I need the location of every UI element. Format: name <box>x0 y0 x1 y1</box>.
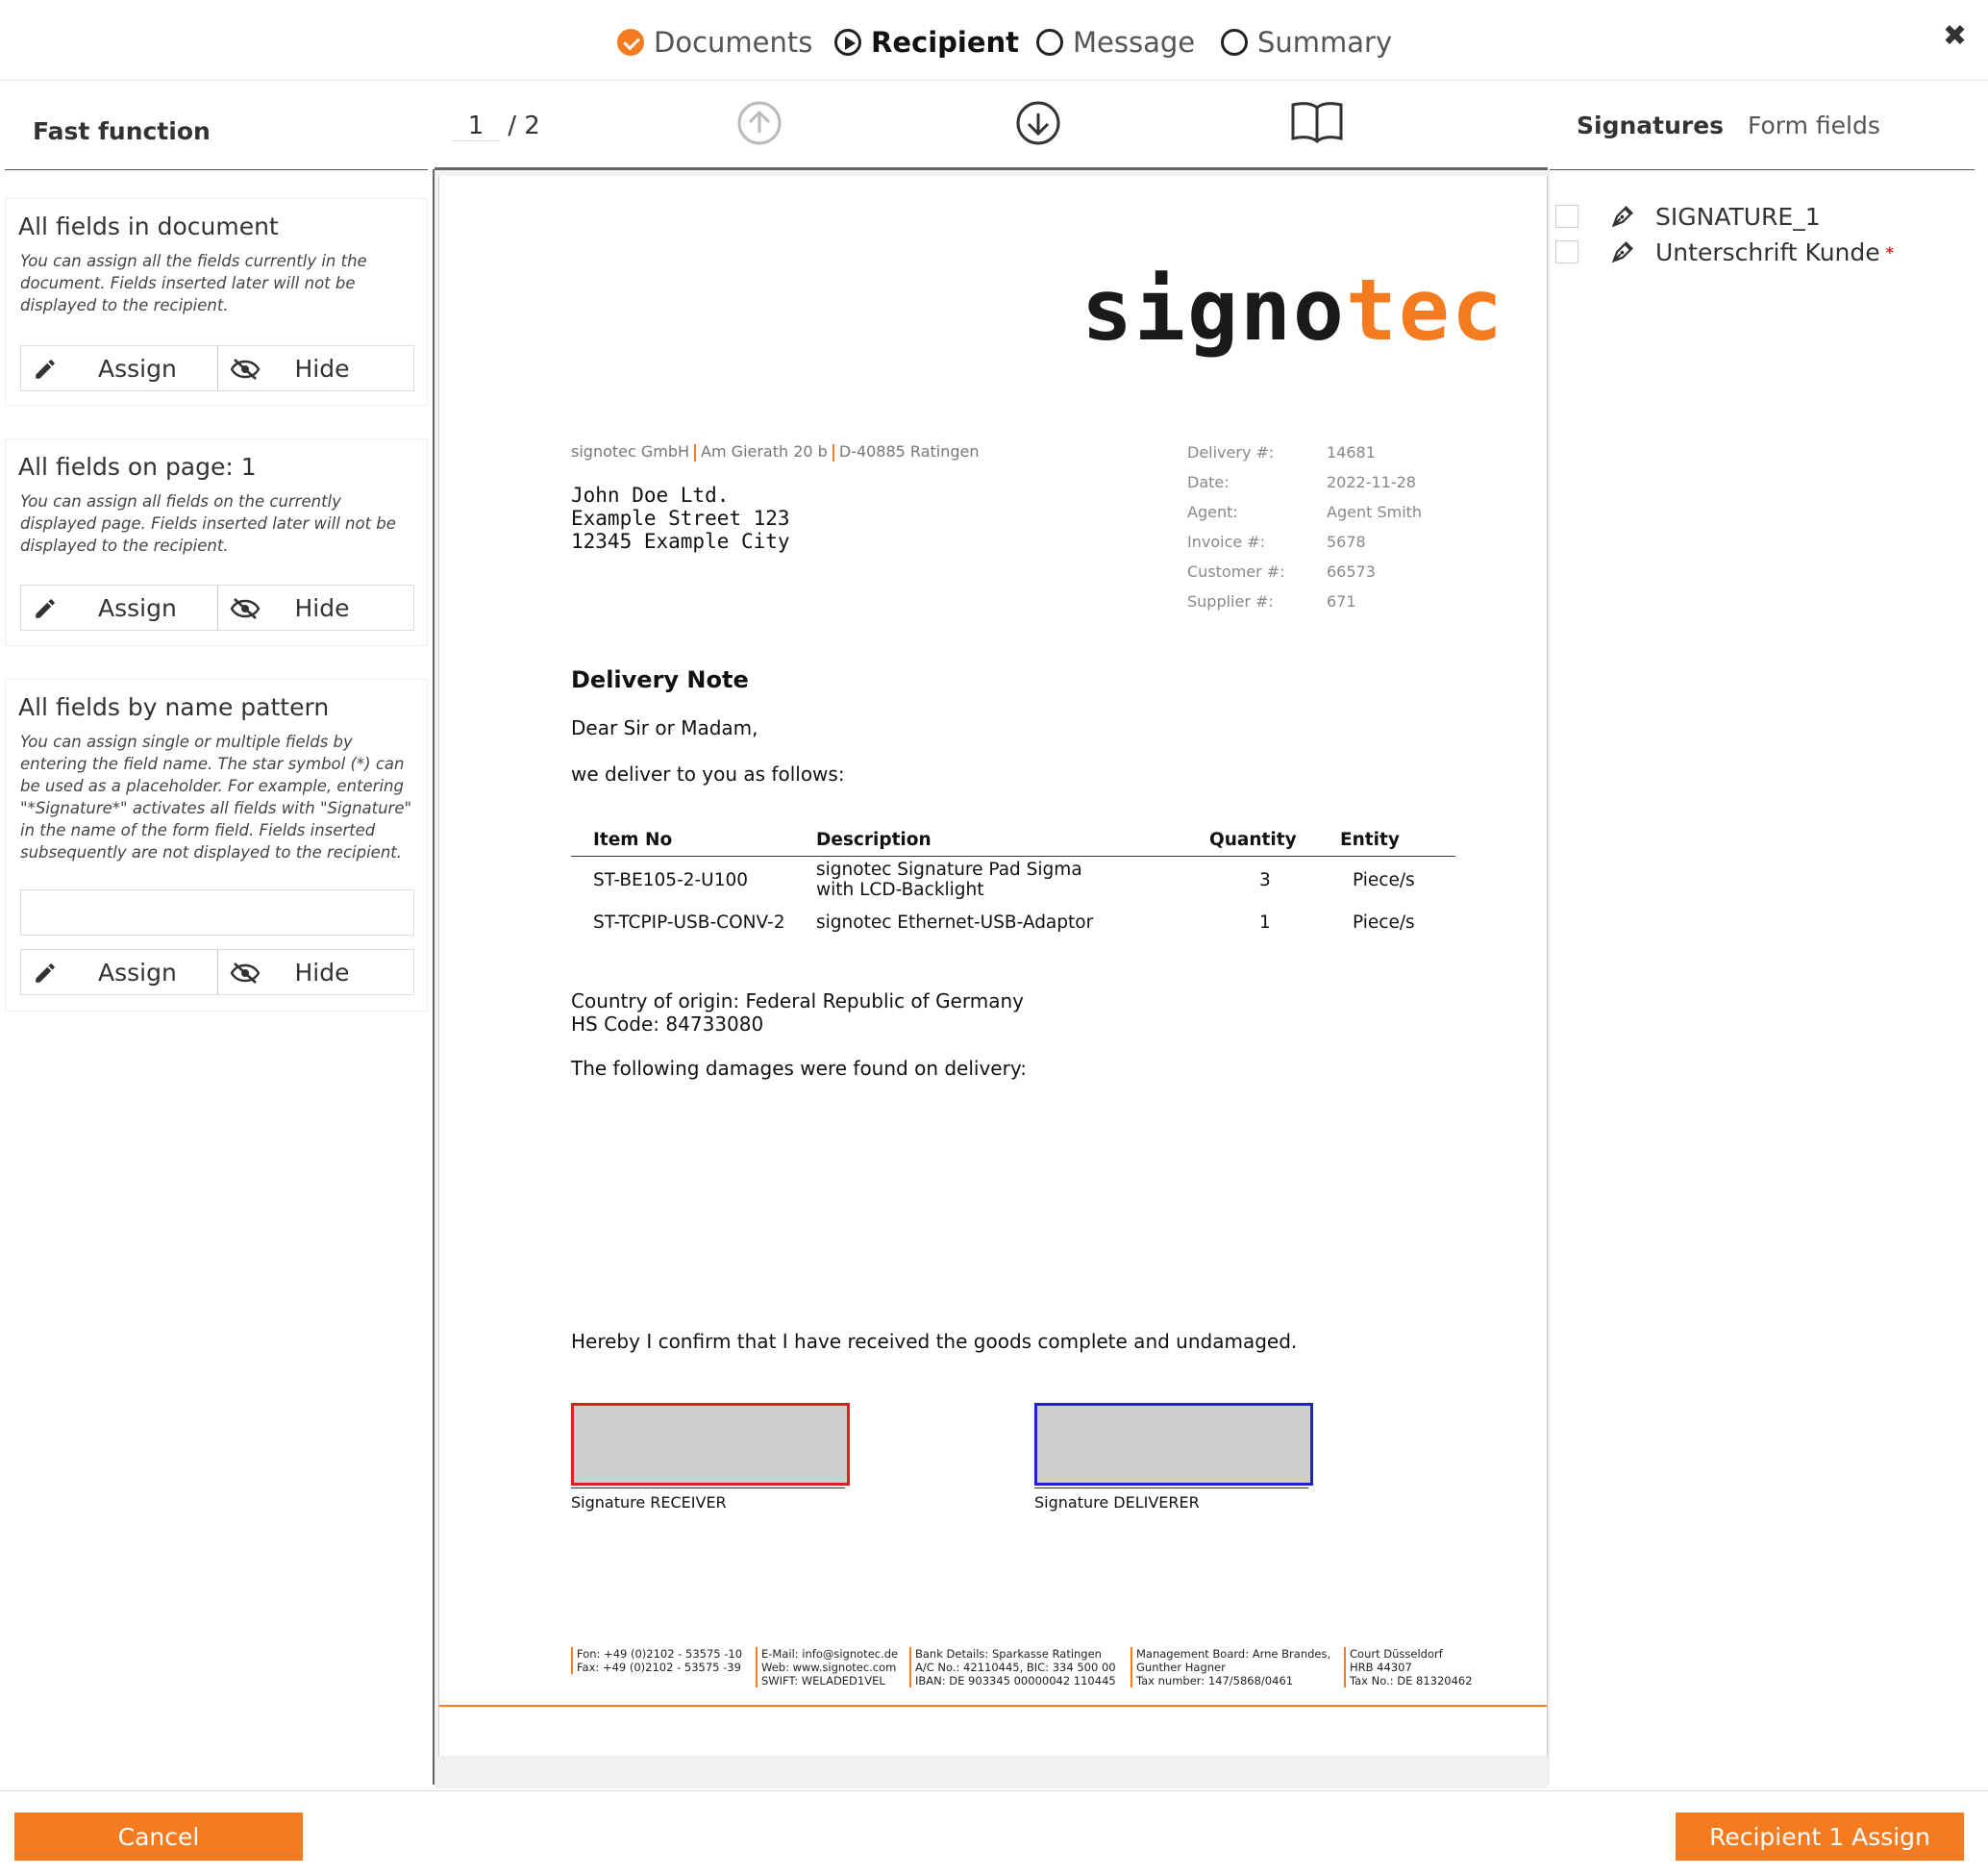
item-checkbox[interactable] <box>1555 240 1578 263</box>
pencil-icon <box>36 360 55 379</box>
arrow-up-circle-icon[interactable] <box>736 100 783 146</box>
table-cell: with LCD-Backlight <box>816 880 984 900</box>
signature-name: Unterschrift Kunde <box>1655 238 1880 266</box>
book-icon[interactable] <box>1290 100 1344 144</box>
page-pager: 1 / 2 <box>452 112 540 141</box>
tab-form-fields[interactable]: Form fields <box>1748 112 1880 139</box>
signature-deliverer-label: Signature DELIVERER <box>1034 1493 1200 1512</box>
signature-field-receiver[interactable] <box>571 1403 850 1486</box>
hide-button[interactable]: Hide <box>216 586 414 630</box>
hide-button[interactable]: Hide <box>216 950 414 994</box>
card-title: All fields by name pattern <box>18 693 330 721</box>
circle-icon <box>1221 29 1248 56</box>
step-summary[interactable]: Summary <box>1221 21 1392 63</box>
sender-line: signotec GmbH Am Gierath 20 b D-40885 Rati… <box>571 442 980 462</box>
assign-label: Assign <box>98 354 177 383</box>
button-row: Assign Hide <box>20 585 414 631</box>
play-circle-icon <box>834 29 861 56</box>
close-icon[interactable]: ✖ <box>1943 19 1967 53</box>
damages-text: The following damages were found on deli… <box>571 1057 1027 1080</box>
signature-field-deliverer[interactable] <box>1034 1403 1313 1486</box>
pen-nib-icon <box>1611 241 1633 263</box>
divider <box>1548 169 1550 1785</box>
divider <box>439 1705 1547 1707</box>
step-message[interactable]: Message <box>1036 21 1195 63</box>
hide-label: Hide <box>294 958 350 987</box>
check-circle-icon <box>617 29 644 56</box>
card-title: All fields in document <box>18 212 279 240</box>
circle-icon <box>1036 29 1063 56</box>
signature-list-item[interactable]: Unterschrift Kunde * <box>1555 236 1894 268</box>
confirm-text: Hereby I confirm that I have received th… <box>571 1330 1298 1353</box>
card-description: You can assign all the fields currently … <box>20 252 367 314</box>
document-title: Delivery Note <box>571 666 749 693</box>
table-cell: ST-BE105-2-U100 <box>593 870 749 890</box>
recipient-address: John Doe Ltd. Example Street 123 12345 E… <box>571 484 790 553</box>
table-cell: ST-TCPIP-USB-CONV-2 <box>593 912 785 933</box>
assign-label: Assign <box>98 593 177 622</box>
fast-function-panel: Fast function All fields in document You… <box>0 81 433 1792</box>
hide-label: Hide <box>294 354 350 383</box>
pencil-icon <box>36 963 55 983</box>
table-cell: signotec Signature Pad Sigma <box>816 860 1082 880</box>
document-viewer[interactable]: signotec signotec GmbH Am Gierath 20 b D-4… <box>435 167 1548 1788</box>
assign-button[interactable]: Assign <box>21 346 217 390</box>
card-all-fields-document: All fields in document You can assign al… <box>5 198 428 406</box>
signotec-logo: signotec <box>1081 261 1504 360</box>
footer-bar: Cancel Recipient 1 Assign <box>0 1790 1988 1875</box>
intro-text: we deliver to you as follows: <box>571 762 845 786</box>
table-cell: 1 <box>1259 912 1271 933</box>
button-row: Assign Hide <box>20 949 414 995</box>
page-number-input[interactable]: 1 <box>452 112 500 141</box>
divider <box>5 169 428 170</box>
signature-list-item[interactable]: SIGNATURE_1 <box>1555 200 1821 233</box>
signature-name: SIGNATURE_1 <box>1655 202 1821 231</box>
eye-slash-icon <box>230 962 260 984</box>
eye-slash-icon <box>230 598 260 619</box>
panel-title: Fast function <box>33 117 211 145</box>
step-label: Recipient <box>871 26 1020 59</box>
step-recipient[interactable]: Recipient <box>834 21 1019 63</box>
pen-nib-icon <box>1611 206 1633 228</box>
signature-receiver-label: Signature RECEIVER <box>571 1493 727 1512</box>
button-row: Assign Hide <box>20 345 414 391</box>
divider <box>1550 169 1975 170</box>
card-title: All fields on page: 1 <box>18 453 257 481</box>
table-cell: Piece/s <box>1353 912 1415 933</box>
step-documents[interactable]: Documents <box>617 21 812 63</box>
assign-button[interactable]: Assign <box>21 586 217 630</box>
hide-button[interactable]: Hide <box>216 346 414 390</box>
card-all-fields-page: All fields on page: 1 You can assign all… <box>5 438 428 646</box>
tab-signatures[interactable]: Signatures <box>1577 112 1724 139</box>
table-cell: 3 <box>1259 870 1271 890</box>
card-description: You can assign single or multiple fields… <box>20 733 412 862</box>
assign-label: Assign <box>98 958 177 987</box>
table-cell: Piece/s <box>1353 870 1415 890</box>
card-description: You can assign all fields on the current… <box>20 492 396 555</box>
origin-info: Country of origin: Federal Republic of G… <box>571 989 1024 1036</box>
pencil-icon <box>36 599 55 618</box>
item-checkbox[interactable] <box>1555 205 1578 228</box>
assign-button[interactable]: Assign <box>21 950 217 994</box>
step-label: Summary <box>1257 26 1393 59</box>
hide-label: Hide <box>294 593 350 622</box>
arrow-down-circle-icon[interactable] <box>1015 100 1061 146</box>
required-marker: * <box>1885 242 1895 262</box>
table-cell: signotec Ethernet-USB-Adaptor <box>816 912 1094 933</box>
document-page: signotec signotec GmbH Am Gierath 20 b D-4… <box>438 176 1548 1756</box>
delivery-meta: Delivery #: 14681 Date: 2022-11-28 Agent: A… <box>1187 443 1423 611</box>
cancel-button[interactable]: Cancel <box>14 1812 303 1861</box>
name-pattern-input[interactable] <box>20 889 414 936</box>
step-label: Documents <box>654 26 813 59</box>
page-total: / 2 <box>508 112 540 140</box>
step-label: Message <box>1073 26 1196 59</box>
recipient-assign-button[interactable]: Recipient 1 Assign <box>1676 1812 1964 1861</box>
eye-slash-icon <box>230 359 260 380</box>
wizard-steps: Documents Recipient Message Summary ✖ <box>0 0 1988 81</box>
greeting: Dear Sir or Madam, <box>571 716 758 739</box>
card-fields-by-pattern: All fields by name pattern You can assig… <box>5 679 428 1012</box>
